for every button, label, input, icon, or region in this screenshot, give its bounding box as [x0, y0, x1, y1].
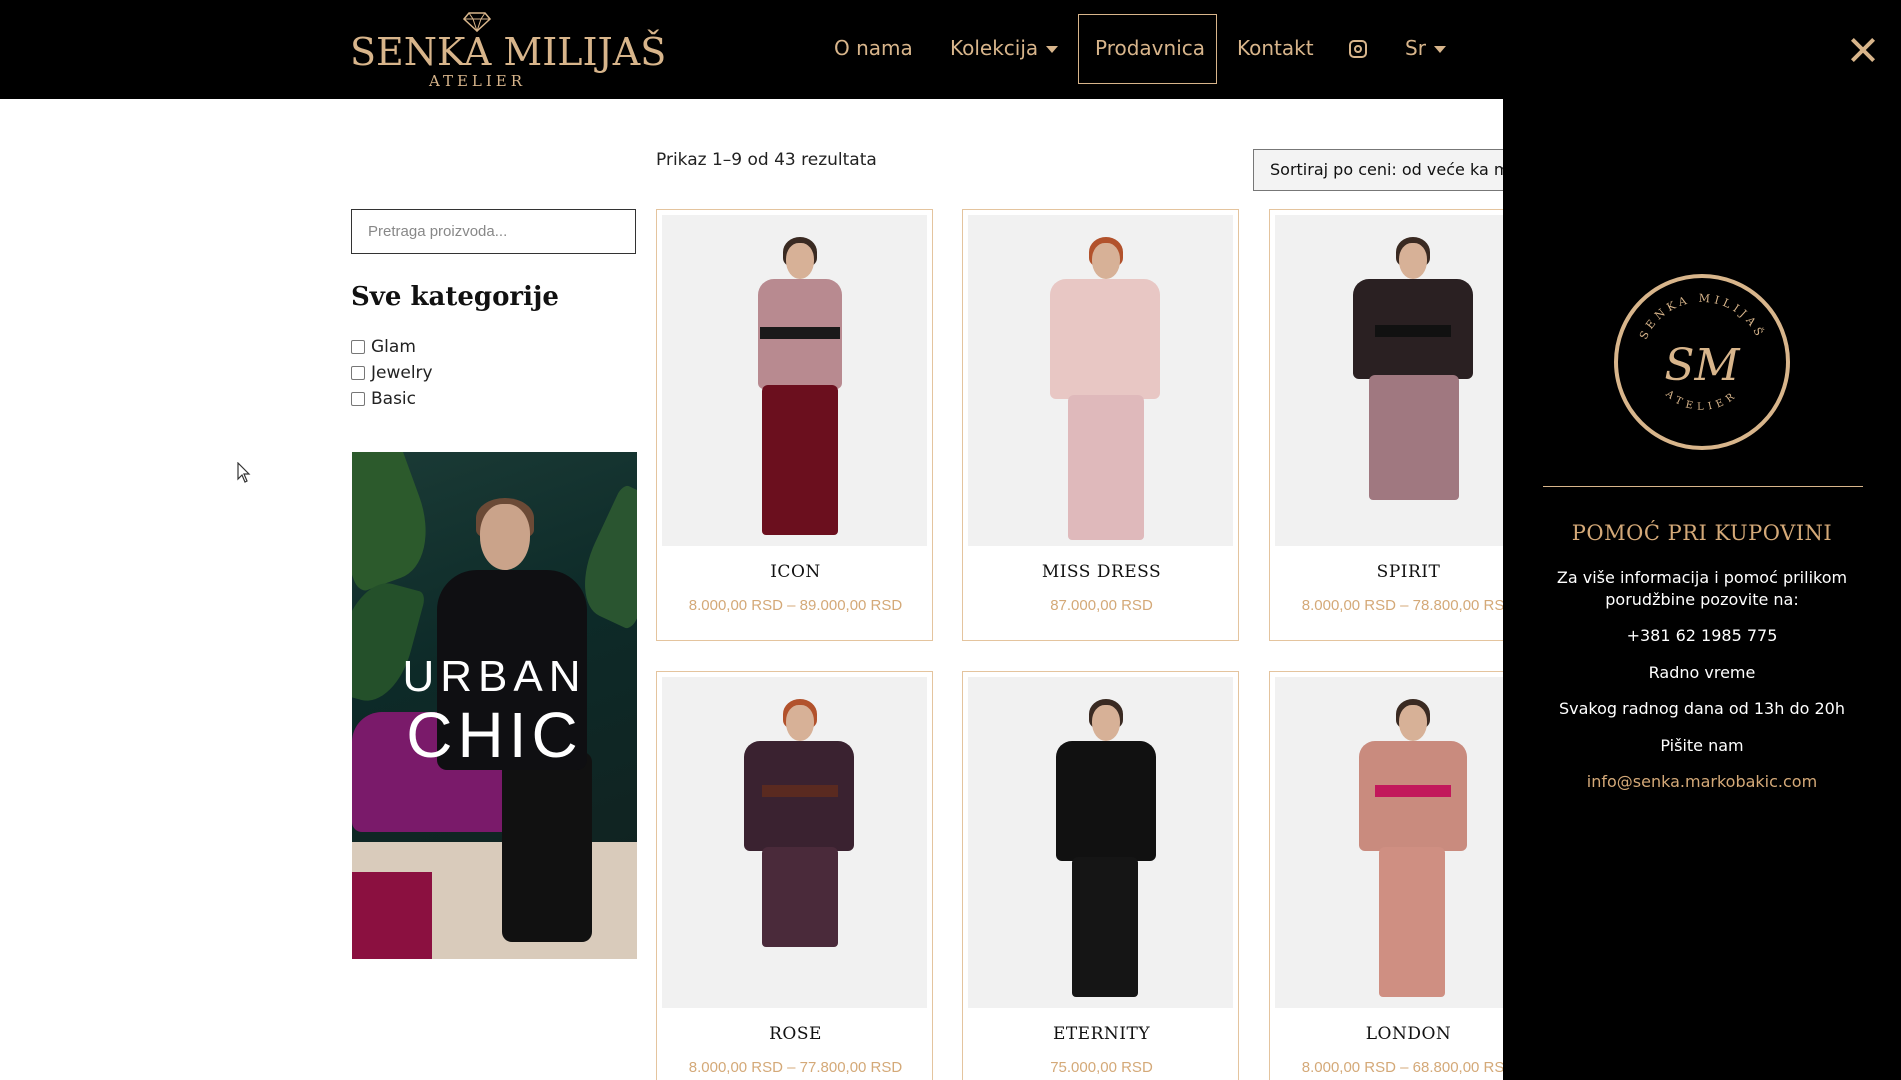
product-card-icon[interactable]: ICON 8.000,00 RSD – 89.000,00 RSD	[656, 209, 933, 641]
logo-brand-text: SENKA MILIJAŠ	[350, 30, 667, 74]
product-price: 8.000,00 RSD – 89.000,00 RSD	[688, 597, 903, 614]
banner-model-legs	[502, 752, 592, 942]
nav-language[interactable]: Sr	[1405, 36, 1446, 60]
product-image[interactable]	[662, 215, 927, 546]
panel-logo-top-text: SENKA MILIJAŠ	[1637, 292, 1764, 342]
checkbox-icon[interactable]	[351, 340, 365, 354]
urban-chic-banner[interactable]: URBAN CHIC	[352, 452, 637, 959]
chevron-down-icon	[1046, 46, 1059, 53]
panel-logo-bottom-text: ATELIER	[1663, 388, 1736, 413]
product-image[interactable]	[1275, 215, 1540, 546]
nav-kontakt[interactable]: Kontakt	[1237, 36, 1314, 60]
checkbox-icon[interactable]	[351, 392, 365, 406]
product-name[interactable]: ROSE	[657, 1024, 932, 1044]
nav-kolekcija[interactable]: Kolekcija	[950, 36, 1059, 60]
nav-kolekcija-label: Kolekcija	[950, 36, 1039, 60]
logo-sub-text: ATELIER	[428, 72, 527, 90]
product-price: 8.000,00 RSD – 77.800,00 RSD	[688, 1059, 903, 1076]
product-name[interactable]: MISS DRESS	[963, 562, 1238, 582]
panel-email-link[interactable]: info@senka.markobakic.com	[1503, 771, 1901, 793]
svg-text:ATELIER: ATELIER	[1663, 388, 1741, 413]
product-card-miss-dress[interactable]: MISS DRESS 87.000,00 RSD	[962, 209, 1239, 641]
category-label: Jewelry	[371, 363, 433, 383]
panel-logo-monogram: SM	[1664, 340, 1740, 391]
banner-model-head	[480, 504, 530, 570]
checkbox-icon[interactable]	[351, 366, 365, 380]
panel-info-line1: Za više informacija i pomoć prilikom	[1556, 568, 1848, 587]
nav-prodavnica[interactable]: Prodavnica	[1095, 36, 1205, 60]
product-name[interactable]: ETERNITY	[963, 1024, 1238, 1044]
instagram-icon[interactable]	[1349, 40, 1367, 58]
chevron-down-icon	[1433, 46, 1446, 53]
category-label: Glam	[371, 337, 416, 357]
panel-write-label: Pišite nam	[1660, 736, 1744, 755]
panel-title: POMOĆ PRI KUPOVINI	[1571, 521, 1833, 545]
panel-hours-label: Radno vreme	[1648, 663, 1756, 682]
svg-text:SENKA MILIJAŠ: SENKA MILIJAŠ	[1637, 292, 1768, 342]
diamond-icon	[463, 12, 491, 32]
results-count: Prikaz 1–9 od 43 rezultata	[656, 150, 877, 170]
product-card-rose[interactable]: ROSE 8.000,00 RSD – 77.800,00 RSD	[656, 671, 933, 1080]
product-price: 87.000,00 RSD	[1050, 597, 1153, 614]
categories-title: Sve kategorije	[351, 282, 559, 312]
product-price: 75.000,00 RSD	[1050, 1059, 1153, 1076]
banner-leaf	[352, 452, 444, 594]
nav-language-label: Sr	[1405, 36, 1426, 60]
product-card-eternity[interactable]: ETERNITY 75.000,00 RSD	[962, 671, 1239, 1080]
mouse-cursor-icon	[237, 462, 251, 483]
product-image[interactable]	[1275, 677, 1540, 1008]
category-item-basic[interactable]: Basic	[351, 386, 433, 412]
product-name[interactable]: ICON	[657, 562, 932, 582]
product-image[interactable]	[968, 677, 1233, 1008]
banner-title-line2: CHIC	[406, 699, 583, 771]
product-search-input[interactable]	[351, 209, 636, 254]
banner-rug	[352, 872, 432, 959]
sort-select[interactable]: Sortiraj po ceni: od veće ka manjoj	[1253, 149, 1513, 191]
category-label: Basic	[371, 389, 417, 409]
category-item-glam[interactable]: Glam	[351, 334, 433, 360]
panel-info-line2: porudžbine pozovite na:	[1605, 590, 1799, 609]
banner-title-line1: URBAN	[402, 652, 587, 701]
panel-phone[interactable]: +381 62 1985 775	[1503, 625, 1901, 647]
panel-logo: SENKA MILIJAŠ SM ATELIER	[1614, 274, 1790, 450]
site-logo[interactable]: SENKA MILIJAŠ ATELIER	[350, 12, 667, 90]
nav-o-nama[interactable]: O nama	[834, 36, 913, 60]
category-item-jewelry[interactable]: Jewelry	[351, 360, 433, 386]
product-image[interactable]	[662, 677, 927, 1008]
close-icon[interactable]	[1848, 35, 1878, 65]
category-list: Glam Jewelry Basic	[351, 334, 433, 412]
panel-divider	[1543, 486, 1863, 487]
panel-hours: Svakog radnog dana od 13h do 20h	[1558, 699, 1845, 718]
product-image[interactable]	[968, 215, 1233, 546]
site-header: SENKA MILIJAŠ ATELIER O nama Kolekcija P…	[0, 0, 1503, 99]
